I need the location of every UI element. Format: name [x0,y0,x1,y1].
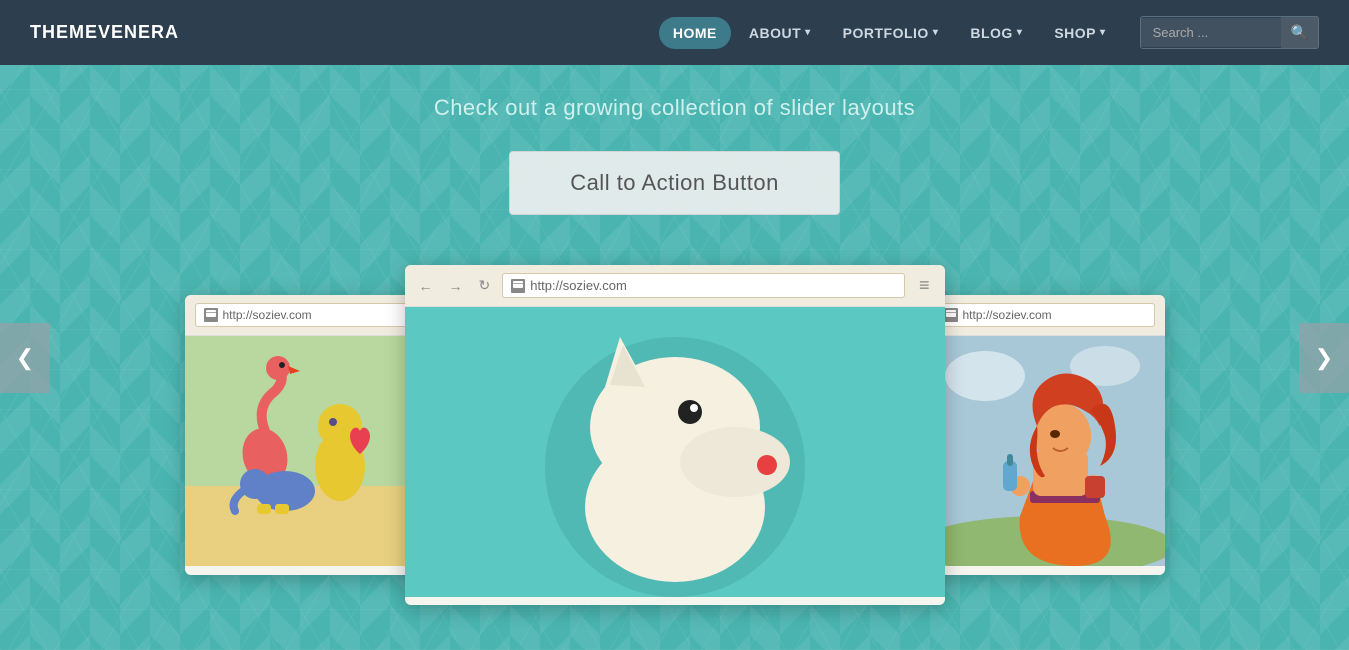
nav-link-about[interactable]: ABOUT ▾ [735,17,825,49]
browser-url-left: http://soziev.com [195,303,415,327]
browser-bar-right: http://soziev.com [925,295,1165,336]
nav-item-portfolio[interactable]: PORTFOLIO ▾ [829,17,953,49]
chevron-left-icon: ❮ [16,345,34,371]
browser-content-main [405,307,945,597]
nav-item-about[interactable]: ABOUT ▾ [735,17,825,49]
hero-subtitle: Check out a growing collection of slider… [434,95,915,121]
browser-url-right: http://soziev.com [935,303,1155,327]
search-input[interactable] [1141,18,1281,47]
cta-button[interactable]: Call to Action Button [509,151,840,215]
navbar: THEMEVENERA HOME ABOUT ▾ PORTFOLIO ▾ BLO… [0,0,1349,65]
browser-reload-button[interactable]: ↻ [475,275,495,296]
cards-wrapper: http://soziev.com [0,265,1349,605]
main-nav: HOME ABOUT ▾ PORTFOLIO ▾ BLOG ▾ SHOP ▾ [659,17,1120,49]
nav-link-home[interactable]: HOME [659,17,731,49]
nav-item-shop[interactable]: SHOP ▾ [1040,17,1119,49]
slider-arrow-left[interactable]: ❮ [0,323,50,393]
browser-back-button[interactable]: ← [415,276,437,296]
browser-menu-button[interactable]: ≡ [913,273,935,298]
about-caret: ▾ [805,27,811,38]
nav-link-blog[interactable]: BLOG ▾ [956,17,1036,49]
nav-link-shop[interactable]: SHOP ▾ [1040,17,1119,49]
browser-card-main: ← → ↻ http://soziev.com ≡ [405,265,945,605]
hero-section: Check out a growing collection of slider… [0,65,1349,650]
nav-item-home[interactable]: HOME [659,17,731,49]
blog-caret: ▾ [1017,27,1023,38]
chevron-right-icon: ❯ [1315,345,1333,371]
browser-card-right: http://soziev.com [925,295,1165,575]
portfolio-caret: ▾ [933,27,939,38]
browser-content-right [925,336,1165,566]
browser-url-main: http://soziev.com [502,273,905,298]
browser-bar-left: http://soziev.com [185,295,425,336]
url-icon-main [511,279,525,293]
browser-card-left: http://soziev.com [185,295,425,575]
url-icon-left [204,308,218,322]
brand-logo: THEMEVENERA [30,22,179,43]
nav-item-blog[interactable]: BLOG ▾ [956,17,1036,49]
browser-forward-button[interactable]: → [445,276,467,296]
search-button[interactable]: 🔍 [1281,17,1318,48]
nav-link-portfolio[interactable]: PORTFOLIO ▾ [829,17,953,49]
browser-content-left [185,336,425,566]
search-wrapper: 🔍 [1140,16,1319,49]
shop-caret: ▾ [1100,27,1106,38]
slider-arrow-right[interactable]: ❯ [1299,323,1349,393]
url-icon-right [944,308,958,322]
browser-bar-main: ← → ↻ http://soziev.com ≡ [405,265,945,307]
